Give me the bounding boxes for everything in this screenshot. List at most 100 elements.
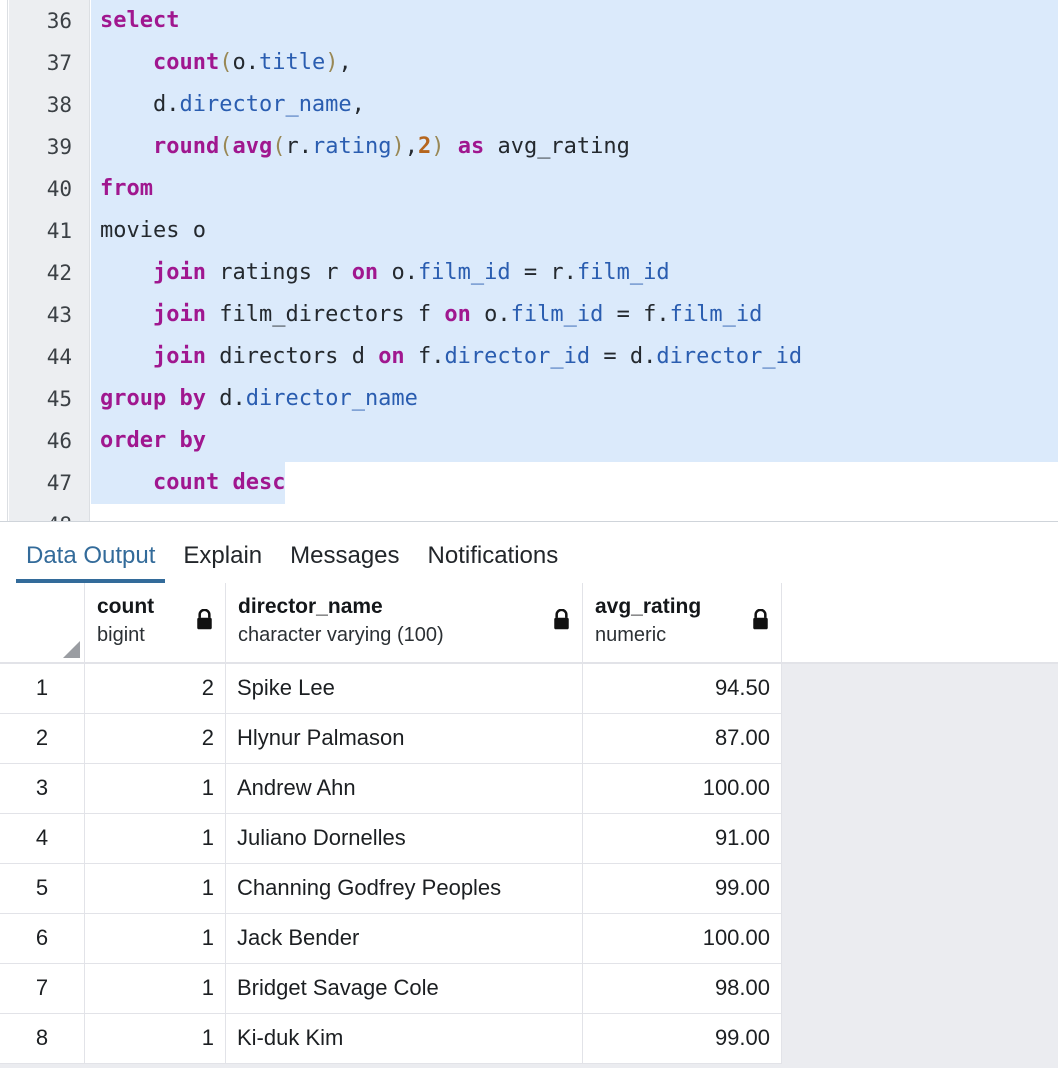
code-line[interactable]: round(avg(r.rating),2) as avg_rating (91, 126, 1058, 168)
code-line-text: group by d.director_name (100, 386, 418, 411)
line-number: 41 (46, 219, 72, 243)
table-row[interactable]: 1 2 Spike Lee 94.50 (0, 664, 1058, 714)
row-filler (782, 914, 1058, 964)
cell-count[interactable]: 1 (85, 814, 226, 864)
table-row[interactable]: 6 1 Jack Bender 100.00 (0, 914, 1058, 964)
tab-explain[interactable]: Explain (169, 542, 276, 584)
line-number: 46 (46, 429, 72, 453)
code-line[interactable]: count desc (91, 462, 1058, 504)
line-number: 40 (46, 177, 72, 201)
table-row[interactable]: 3 1 Andrew Ahn 100.00 (0, 764, 1058, 814)
cell-director-name[interactable]: Andrew Ahn (226, 764, 583, 814)
line-number: 39 (46, 135, 72, 159)
cell-count[interactable]: 1 (85, 764, 226, 814)
code-line[interactable]: order by (91, 420, 1058, 462)
grid-header-row: count bigint director_name character varyin… (0, 583, 1058, 664)
output-tabs: Data Output Explain Messages Notifications (0, 522, 1058, 584)
tab-messages[interactable]: Messages (276, 542, 413, 584)
cell-count[interactable]: 1 (85, 1014, 226, 1064)
cell-director-name[interactable]: Juliano Dornelles (226, 814, 583, 864)
header-filler (782, 583, 1058, 662)
table-row[interactable]: 4 1 Juliano Dornelles 91.00 (0, 814, 1058, 864)
line-number: 45 (46, 387, 72, 411)
code-line[interactable]: join film_directors f on o.film_id = f.f… (91, 294, 1058, 336)
code-line[interactable]: join directors d on f.director_id = d.di… (91, 336, 1058, 378)
line-number: 42 (46, 261, 72, 285)
cell-avg-rating[interactable]: 100.00 (583, 914, 782, 964)
cell-avg-rating[interactable]: 100.00 (583, 764, 782, 814)
cell-avg-rating[interactable]: 87.00 (583, 714, 782, 764)
editor-left-rail (0, 0, 8, 521)
select-all-cell[interactable] (0, 583, 85, 662)
cell-avg-rating[interactable]: 91.00 (583, 814, 782, 864)
cell-director-name[interactable]: Jack Bender (226, 914, 583, 964)
line-number: 44 (46, 345, 72, 369)
cell-director-name[interactable]: Bridget Savage Cole (226, 964, 583, 1014)
code-line-text: join film_directors f on o.film_id = f.f… (152, 302, 763, 327)
cell-director-name[interactable]: Channing Godfrey Peoples (226, 864, 583, 914)
code-line-text: count(o.title), (152, 50, 352, 75)
code-line[interactable]: from (91, 168, 1058, 210)
cell-count[interactable]: 1 (85, 964, 226, 1014)
cell-count[interactable]: 2 (85, 714, 226, 764)
column-name: avg_rating (595, 595, 702, 618)
data-output-grid[interactable]: count bigint director_name character varyin… (0, 583, 1058, 1068)
code-line-text: movies o (100, 218, 206, 243)
column-header-director_name[interactable]: director_name character varying (100) (226, 583, 583, 662)
table-row[interactable]: 8 1 Ki-duk Kim 99.00 (0, 1014, 1058, 1064)
cell-avg-rating[interactable]: 94.50 (583, 664, 782, 714)
row-number-cell[interactable]: 2 (0, 714, 85, 764)
code-line-text: count desc (152, 470, 286, 495)
line-number: 43 (46, 303, 72, 327)
code-line[interactable]: select (91, 0, 1058, 42)
row-filler (782, 814, 1058, 864)
row-number-cell[interactable]: 6 (0, 914, 85, 964)
code-line[interactable] (91, 504, 1058, 521)
code-line-text: join directors d on f.director_id = d.di… (152, 344, 803, 369)
row-number-cell[interactable]: 4 (0, 814, 85, 864)
table-row[interactable]: 2 2 Hlynur Palmason 87.00 (0, 714, 1058, 764)
code-line-text: from (100, 176, 153, 201)
cell-avg-rating[interactable]: 99.00 (583, 1014, 782, 1064)
code-line[interactable]: join ratings r on o.film_id = r.film_id (91, 252, 1058, 294)
select-all-triangle-icon (63, 641, 80, 658)
table-row[interactable]: 5 1 Channing Godfrey Peoples 99.00 (0, 864, 1058, 914)
code-line[interactable]: group by d.director_name (91, 378, 1058, 420)
line-number: 48 (9, 504, 89, 521)
code-line[interactable]: movies o (91, 210, 1058, 252)
row-filler (782, 664, 1058, 714)
line-number: 37 (46, 51, 72, 75)
cell-count[interactable]: 2 (85, 664, 226, 714)
code-line[interactable]: d.director_name, (91, 84, 1058, 126)
row-number-cell[interactable]: 7 (0, 964, 85, 1014)
row-number-cell[interactable]: 8 (0, 1014, 85, 1064)
code-line-text: select (100, 8, 180, 33)
row-number-cell[interactable]: 5 (0, 864, 85, 914)
table-row[interactable]: 7 1 Bridget Savage Cole 98.00 (0, 964, 1058, 1014)
tab-data-output[interactable]: Data Output (12, 542, 169, 584)
row-number-cell[interactable]: 1 (0, 664, 85, 714)
row-number-cell[interactable]: 3 (0, 764, 85, 814)
tab-notifications[interactable]: Notifications (414, 542, 573, 584)
sql-editor[interactable]: 36 37 38 39 40 41 42 43 44 45 46 47 48 select count(… (0, 0, 1058, 521)
output-tabbar: Data Output Explain Messages Notifications (0, 521, 1058, 584)
cell-count[interactable]: 1 (85, 864, 226, 914)
cell-director-name[interactable]: Spike Lee (226, 664, 583, 714)
code-line-text: d.director_name, (152, 92, 365, 117)
sql-code-area[interactable]: select count(o.title), d.director_name, … (91, 0, 1058, 521)
column-header-avg_rating[interactable]: avg_ratingnumeric (583, 583, 782, 662)
line-number: 47 (46, 471, 72, 495)
cell-director-name[interactable]: Ki-duk Kim (226, 1014, 583, 1064)
cell-director-name[interactable]: Hlynur Palmason (226, 714, 583, 764)
code-line-text: round(avg(r.rating),2) as avg_rating (152, 134, 630, 159)
column-header-count[interactable]: count bigint (85, 583, 226, 662)
row-filler (782, 714, 1058, 764)
cell-count[interactable]: 1 (85, 914, 226, 964)
row-filler (782, 1014, 1058, 1064)
code-line[interactable]: count(o.title), (91, 42, 1058, 84)
code-line-text: join ratings r on o.film_id = r.film_id (152, 260, 670, 285)
column-type: numeric (595, 624, 667, 646)
cell-avg-rating[interactable]: 98.00 (583, 964, 782, 1014)
lock-icon (753, 609, 768, 630)
cell-avg-rating[interactable]: 99.00 (583, 864, 782, 914)
